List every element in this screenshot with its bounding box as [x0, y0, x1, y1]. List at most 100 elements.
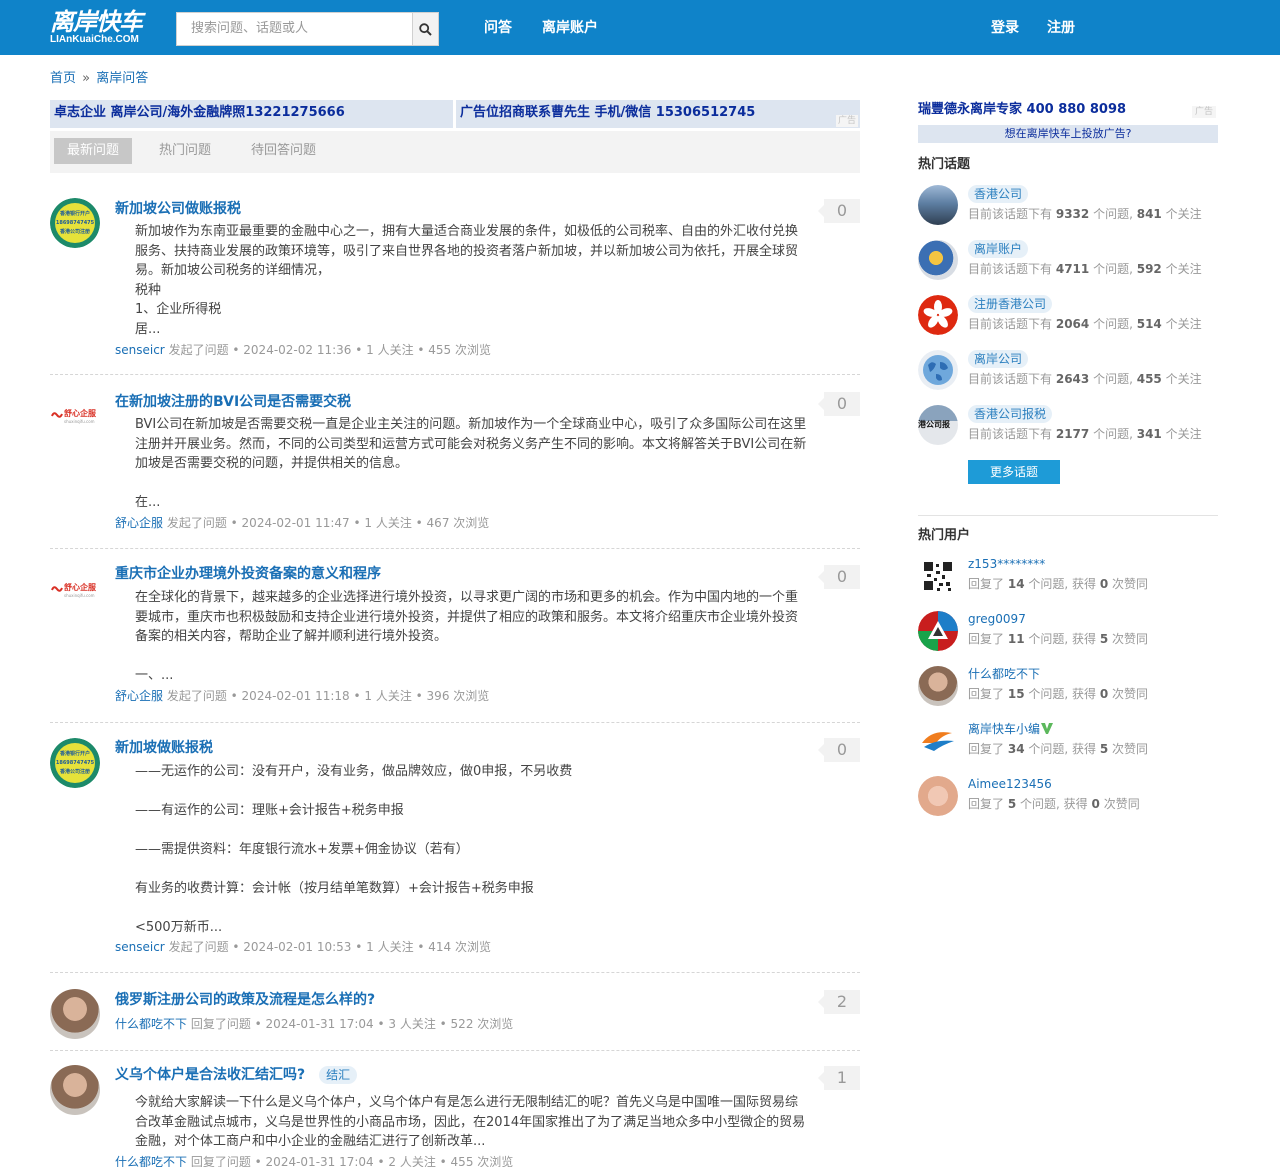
topic-image[interactable] — [918, 295, 958, 335]
stat-text: 目前该话题下有 — [968, 372, 1053, 386]
user-avatar[interactable] — [50, 989, 100, 1039]
question-item: 香港银行开户 18698747475 香港公司注册 新加坡公司做账报税 0 新加… — [50, 198, 860, 375]
author-link[interactable]: senseicr — [115, 940, 165, 954]
author-link[interactable]: 什么都吃不下 — [115, 1017, 187, 1031]
stat-text: 次赞同 — [1112, 687, 1149, 701]
meta-text: 发起了问题 • 2024-02-01 10:53 • 1 人关注 • 414 次… — [168, 940, 492, 954]
user-avatar[interactable]: 香港银行开户 18698747475 香港公司注册 — [50, 738, 100, 788]
topic-image[interactable] — [918, 350, 958, 390]
topic-stats: 目前该话题下有 2643 个问题, 455 个关注 — [968, 371, 1202, 387]
globe-image — [918, 240, 958, 280]
stat-text: 目前该话题下有 — [968, 427, 1053, 441]
logo-cn: 舒心企服 — [64, 583, 96, 592]
topic-stats: 目前该话题下有 9332 个问题, 841 个关注 — [968, 206, 1202, 222]
search-input[interactable]: 搜索问题、话题或人 — [176, 12, 412, 46]
user-stats: 回复了 15 个问题, 获得 0 次赞同 — [968, 686, 1148, 702]
user-avatar[interactable] — [918, 776, 958, 816]
author-link[interactable]: senseicr — [115, 343, 165, 357]
topic-tag[interactable]: 香港公司 — [968, 185, 1029, 203]
like-count: 0 — [1091, 797, 1100, 811]
user-avatar[interactable] — [918, 721, 958, 761]
topic-item: 港公司报 香港公司报税 目前该话题下有 2177 个问题, 341 个关注 — [918, 405, 1218, 449]
user-stats: 回复了 11 个问题, 获得 5 次赞同 — [968, 631, 1148, 647]
answer-count: 34 — [1007, 742, 1025, 756]
breadcrumb-home[interactable]: 首页 — [50, 71, 76, 86]
author-link[interactable]: 什么都吃不下 — [115, 1155, 187, 1167]
user-name-link[interactable]: z153******** — [968, 556, 1045, 572]
question-title[interactable]: 新加坡公司做账报税 — [115, 200, 241, 218]
search-button[interactable] — [412, 12, 439, 46]
divider — [50, 548, 860, 549]
nav-offshore-account[interactable]: 离岸账户 — [542, 18, 598, 38]
avatar-text-block: 香港银行开户 18698747475 香港公司注册 — [55, 743, 95, 783]
triangle-logo-avatar-icon — [918, 611, 958, 651]
answer-count: 0 — [818, 199, 860, 223]
site-logo[interactable]: 离岸快车 LIAnKuaiChe.COM — [50, 8, 168, 46]
car-logo-avatar-icon — [918, 721, 958, 761]
question-count: 4711 — [1055, 262, 1090, 276]
logo-domain: LIAnKuaiChe.COM — [50, 34, 139, 45]
user-avatar[interactable] — [918, 611, 958, 651]
question-title[interactable]: 新加坡做账报税 — [115, 739, 213, 757]
photo-avatar-image — [918, 666, 958, 706]
avatar-text-line: 18698747475 — [55, 760, 95, 766]
ad-banner-left[interactable]: 卓志企业 离岸公司/海外金融牌照13221275666 — [50, 100, 453, 128]
follow-count: 841 — [1136, 207, 1162, 221]
topic-item: 离岸账户 目前该话题下有 4711 个问题, 592 个关注 — [918, 240, 1218, 284]
topic-image[interactable] — [918, 185, 958, 225]
tab-latest[interactable]: 最新问题 — [54, 138, 133, 164]
user-name-link[interactable]: 离岸快车小编 — [968, 721, 1054, 737]
breadcrumb-current[interactable]: 离岸问答 — [96, 71, 148, 86]
nav-qa[interactable]: 问答 — [484, 18, 512, 38]
user-avatar[interactable] — [918, 556, 958, 596]
question-meta: senseicr 发起了问题 • 2024-02-02 11:36 • 1 人关… — [115, 342, 491, 358]
stat-text: 个问题, 获得 — [1028, 687, 1097, 701]
register-link[interactable]: 注册 — [1047, 18, 1075, 38]
user-name-link[interactable]: greg0097 — [968, 611, 1026, 627]
topic-tag[interactable]: 香港公司报税 — [968, 405, 1053, 423]
topic-image[interactable]: 港公司报 — [918, 405, 958, 445]
user-avatar[interactable]: 舒心企服 shuxinqifu.com — [50, 565, 100, 615]
stat-text: 个关注 — [1165, 317, 1202, 331]
question-title[interactable]: 义乌个体户是合法收汇结汇吗? 结汇 — [115, 1066, 358, 1084]
stat-text: 次赞同 — [1112, 577, 1149, 591]
author-link[interactable]: 舒心企服 — [115, 689, 163, 703]
tab-hot[interactable]: 热门问题 — [146, 138, 224, 164]
stat-text: 目前该话题下有 — [968, 262, 1053, 276]
more-topics-button[interactable]: 更多话题 — [968, 460, 1060, 484]
question-tabs: 最新问题 热门问题 待回答问题 — [50, 131, 860, 173]
avatar-text-line: 香港银行开户 — [59, 211, 90, 217]
ad-banner-right[interactable]: 广告位招商联系曹先生 手机/微信 15306512745 广告 — [456, 100, 860, 128]
sidebar-ad-title[interactable]: 瑞豐德永离岸专家 400 880 8098 — [918, 101, 1126, 119]
stat-text: 个问题, 获得 — [1028, 577, 1097, 591]
answer-count: 2 — [818, 990, 860, 1014]
user-name-link[interactable]: Aimee123456 — [968, 776, 1052, 792]
topic-image[interactable] — [918, 240, 958, 280]
user-avatar[interactable] — [50, 1065, 100, 1115]
question-title[interactable]: 在新加坡注册的BVI公司是否需要交税 — [115, 393, 351, 411]
question-count: 2064 — [1055, 317, 1090, 331]
topic-tag[interactable]: 注册香港公司 — [968, 295, 1053, 313]
question-title[interactable]: 重庆市企业办理境外投资备案的意义和程序 — [115, 565, 381, 583]
hot-users-heading: 热门用户 — [918, 528, 971, 543]
user-avatar[interactable]: 舒心企服 shuxinqifu.com — [50, 391, 100, 441]
topic-item: 香港公司 目前该话题下有 9332 个问题, 841 个关注 — [918, 185, 1218, 229]
user-name-link[interactable]: 什么都吃不下 — [968, 666, 1040, 682]
logo-text: 离岸快车 — [50, 8, 143, 36]
tab-unanswered[interactable]: 待回答问题 — [238, 138, 329, 164]
user-avatar[interactable] — [918, 666, 958, 706]
answer-count: 5 — [1007, 797, 1017, 811]
question-title[interactable]: 俄罗斯注册公司的政策及流程是怎么样的? — [115, 991, 375, 1009]
login-link[interactable]: 登录 — [991, 18, 1019, 38]
answer-count: 0 — [818, 392, 860, 416]
follow-count: 455 — [1136, 372, 1162, 386]
question-excerpt: ——无运作的公司：没有开户，没有业务，做品牌效应，做0申报，不另收费 ——有运作… — [135, 764, 573, 935]
question-excerpt: 新加坡作为东南亚最重要的金融中心之一，拥有大量适合商业发展的条件，如极低的公司税… — [135, 224, 799, 337]
author-link[interactable]: 舒心企服 — [115, 516, 163, 530]
advertise-link[interactable]: 想在离岸快车上投放广告? — [918, 125, 1218, 143]
ad-text: 卓志企业 离岸公司/海外金融牌照13221275666 — [54, 105, 345, 120]
topic-tag[interactable]: 离岸公司 — [968, 350, 1029, 368]
user-avatar[interactable]: 香港银行开户 18698747475 香港公司注册 — [50, 198, 100, 248]
topic-tag[interactable]: 离岸账户 — [968, 240, 1029, 258]
topic-tag[interactable]: 结汇 — [319, 1066, 358, 1084]
